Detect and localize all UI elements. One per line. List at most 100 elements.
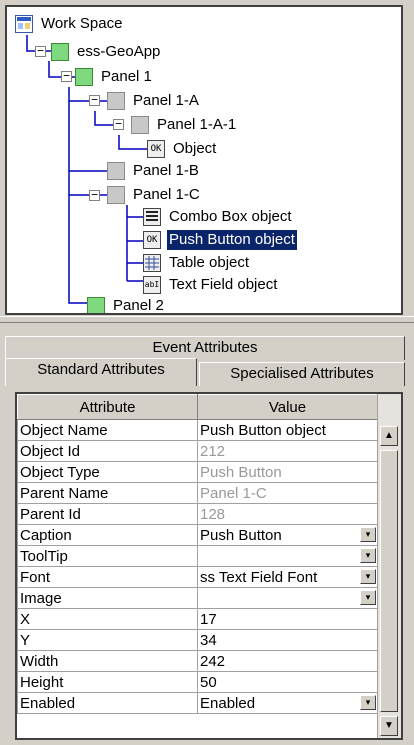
tree-node-table-object[interactable]: Table object — [143, 252, 251, 274]
column-header-value[interactable]: Value — [197, 394, 378, 420]
attribute-name-cell: Font — [17, 566, 198, 588]
attribute-value-field[interactable]: Push Button object — [197, 419, 378, 441]
attribute-value-dropdown[interactable]: Enabled ▾ — [197, 692, 378, 714]
tree-node-object[interactable]: OK Object — [147, 138, 218, 160]
tree-node-work-space[interactable]: Work Space — [15, 13, 124, 35]
tab-event-attributes[interactable]: Event Attributes — [5, 336, 405, 360]
attribute-name-cell: Height — [17, 671, 198, 693]
tree-node-push-button-object[interactable]: OK Push Button object — [143, 229, 297, 251]
collapse-toggle-panel-1-c[interactable]: − — [89, 189, 100, 201]
attribute-name-cell: Image — [17, 587, 198, 609]
attribute-value-dropdown[interactable]: ss Text Field Font ▾ — [197, 566, 378, 588]
tree-node-ess-geoapp[interactable]: ess-GeoApp — [51, 41, 162, 63]
attribute-value-dropdown[interactable]: ▾ — [197, 587, 378, 609]
attribute-value-text: 212 — [200, 442, 226, 460]
tree-node-panel-1-a-1[interactable]: Panel 1-A-1 — [131, 114, 238, 136]
tab-specialised-attributes[interactable]: Specialised Attributes — [199, 362, 405, 386]
attribute-value-text: Enabled — [200, 694, 256, 712]
push-button-icon: OK — [143, 231, 161, 249]
attribute-value-text: 17 — [200, 610, 217, 628]
table-row[interactable]: Image ▾ — [17, 587, 378, 609]
attribute-value-text: 242 — [200, 652, 226, 670]
collapse-toggle-panel-1-a[interactable]: − — [89, 94, 100, 106]
attribute-name-cell: Y — [17, 629, 198, 651]
attribute-name-cell: Parent Id — [17, 503, 198, 525]
attribute-value-field[interactable]: 242 — [197, 650, 378, 672]
tree-node-panel-1-a[interactable]: Panel 1-A — [107, 90, 201, 112]
attribute-value-dropdown[interactable]: ▾ — [197, 545, 378, 567]
table-row[interactable]: X 17 — [17, 608, 378, 630]
gray-panel-icon — [107, 186, 125, 204]
attribute-value-field: 212 — [197, 440, 378, 462]
scroll-up-button[interactable]: ▲ — [380, 426, 398, 446]
gray-panel-icon — [131, 116, 149, 134]
green-panel-icon — [87, 297, 105, 313]
tree-node-panel-1-c[interactable]: Panel 1-C — [107, 184, 202, 206]
table-row[interactable]: Enabled Enabled ▾ — [17, 692, 378, 714]
attribute-value-text: Push Button object — [200, 421, 326, 439]
attribute-name-cell: Object Name — [17, 419, 198, 441]
column-header-attribute[interactable]: Attribute — [17, 394, 198, 420]
attribute-value-field: Panel 1-C — [197, 482, 378, 504]
attribute-value-text: 50 — [200, 673, 217, 691]
dropdown-arrow-icon[interactable]: ▾ — [360, 548, 376, 563]
collapse-toggle-panel-1[interactable]: − — [61, 70, 72, 82]
dropdown-arrow-icon[interactable]: ▾ — [360, 527, 376, 542]
attribute-value-text: Push Button — [200, 526, 282, 544]
table-row[interactable]: Width 242 — [17, 650, 378, 672]
attribute-value-text: ss Text Field Font — [200, 568, 318, 586]
table-icon — [143, 254, 161, 272]
dropdown-arrow-icon[interactable]: ▾ — [360, 569, 376, 584]
attribute-name-cell: Enabled — [17, 692, 198, 714]
green-panel-icon — [51, 43, 69, 61]
combo-box-icon — [143, 208, 161, 226]
tree-node-panel-1[interactable]: Panel 1 — [75, 66, 154, 88]
vertical-scrollbar[interactable]: ▲ ▼ — [377, 394, 401, 738]
ok-button-icon: OK — [147, 140, 165, 158]
object-tree[interactable]: − − − − − Work Space ess-GeoApp Panel 1 … — [5, 5, 403, 315]
tree-node-panel-2[interactable]: Panel 2 — [87, 295, 166, 313]
attribute-value-dropdown[interactable]: Push Button ▾ — [197, 524, 378, 546]
attribute-value-field: 128 — [197, 503, 378, 525]
attribute-name-cell: Object Type — [17, 461, 198, 483]
table-row[interactable]: ToolTip ▾ — [17, 545, 378, 567]
attribute-name-cell: Width — [17, 650, 198, 672]
table-row[interactable]: Object Id 212 — [17, 440, 378, 462]
attribute-value-text: 34 — [200, 631, 217, 649]
table-row[interactable]: Height 50 — [17, 671, 378, 693]
table-row[interactable]: Y 34 — [17, 629, 378, 651]
collapse-toggle-ess-geoapp[interactable]: − — [35, 45, 46, 57]
attribute-value-text: Panel 1-C — [200, 484, 267, 502]
attribute-value-text: Push Button — [200, 463, 282, 481]
attribute-name-cell: Parent Name — [17, 482, 198, 504]
text-field-icon: abI — [143, 276, 161, 294]
tree-node-text-field-object[interactable]: abI Text Field object — [143, 274, 279, 296]
tab-standard-attributes[interactable]: Standard Attributes — [5, 358, 197, 386]
table-row[interactable]: Parent Name Panel 1-C — [17, 482, 378, 504]
table-row[interactable]: Font ss Text Field Font ▾ — [17, 566, 378, 588]
collapse-toggle-panel-1-a-1[interactable]: − — [113, 118, 124, 130]
tree-node-combo-box-object[interactable]: Combo Box object — [143, 206, 294, 228]
attribute-value-text: 128 — [200, 505, 226, 523]
table-row[interactable]: Object Name Push Button object — [17, 419, 378, 441]
attribute-name-cell: Caption — [17, 524, 198, 546]
scroll-thumb[interactable] — [380, 450, 398, 712]
dropdown-arrow-icon[interactable]: ▾ — [360, 590, 376, 605]
dropdown-arrow-icon[interactable]: ▾ — [360, 695, 376, 710]
tree-node-panel-1-b[interactable]: Panel 1-B — [107, 160, 201, 182]
table-row[interactable]: Caption Push Button ▾ — [17, 524, 378, 546]
attribute-value-field[interactable]: 50 — [197, 671, 378, 693]
gray-panel-icon — [107, 162, 125, 180]
table-row[interactable]: Parent Id 128 — [17, 503, 378, 525]
attribute-name-cell: ToolTip — [17, 545, 198, 567]
attribute-name-cell: X — [17, 608, 198, 630]
workspace-icon — [15, 15, 33, 33]
attribute-value-field[interactable]: 34 — [197, 629, 378, 651]
panel-splitter[interactable] — [0, 316, 414, 323]
table-row[interactable]: Object Type Push Button — [17, 461, 378, 483]
attribute-table: Attribute Value Object Name Push Button o… — [15, 392, 403, 740]
scroll-down-button[interactable]: ▼ — [380, 716, 398, 736]
attribute-value-field[interactable]: 17 — [197, 608, 378, 630]
attribute-value-field: Push Button — [197, 461, 378, 483]
gray-panel-icon — [107, 92, 125, 110]
